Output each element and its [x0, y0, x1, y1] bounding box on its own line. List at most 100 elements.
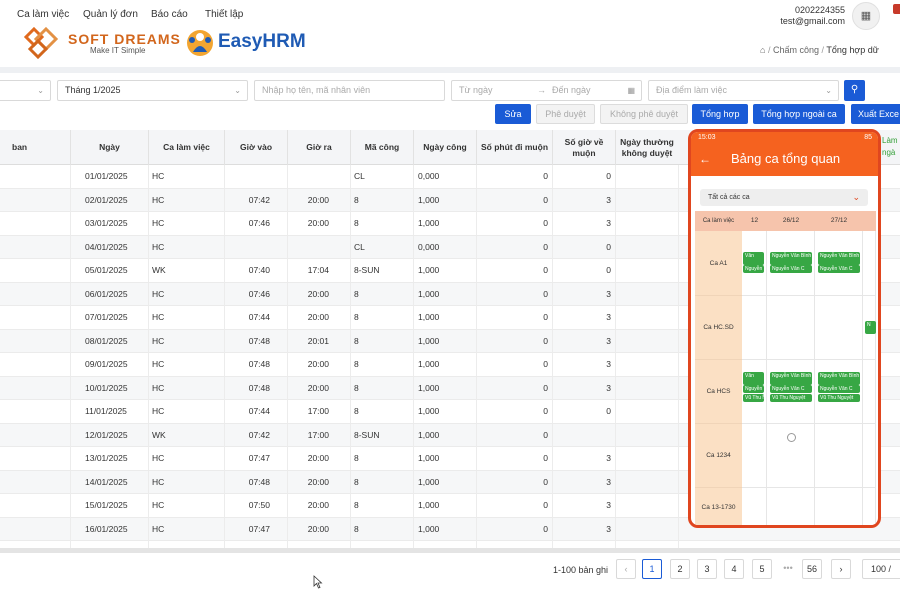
shift-cell[interactable]	[863, 424, 876, 488]
mobile-shift-select[interactable]: Tất cả các ca ⌄	[700, 189, 868, 206]
employee-chip[interactable]: Văn	[743, 372, 764, 385]
employee-chip[interactable]: Vũ Thu Nguyệt	[818, 394, 860, 402]
cell-date: 08/01/2025	[70, 329, 148, 353]
add-shift-icon[interactable]	[787, 433, 796, 442]
shift-cell[interactable]	[815, 424, 863, 488]
nav-shifts[interactable]: Ca làm việc	[17, 9, 69, 20]
page-button[interactable]: 56	[802, 559, 822, 579]
reject-button[interactable]: Không phê duyệt	[600, 104, 688, 124]
table-cell	[615, 541, 678, 548]
page-button[interactable]: 1	[642, 559, 662, 579]
cell-workday: 1,000	[413, 306, 476, 329]
cell-early: 3	[552, 376, 615, 400]
shift-cell[interactable]	[742, 488, 767, 525]
approve-button[interactable]: Phê duyệt	[536, 104, 595, 124]
employee-chip[interactable]: Nguyễn Văn Bình Béo	[818, 252, 860, 265]
calendar-icon: ▦	[627, 86, 635, 95]
cell-shift: HC	[148, 165, 224, 188]
cell-code: 8	[350, 282, 413, 306]
employee-chip[interactable]: Nguyễn Văn C	[770, 265, 812, 273]
mobile-status-time: 15:03	[698, 134, 716, 141]
next-page-button[interactable]: ›	[831, 559, 851, 579]
column-header: Giờ ra	[287, 130, 350, 165]
location-select[interactable]: Địa điểm làm việc ⌄	[648, 80, 839, 101]
employee-chip[interactable]: Nguyễn Văn C	[818, 385, 860, 393]
page-button[interactable]: 3	[697, 559, 717, 579]
search-button[interactable]: ⚲	[844, 80, 865, 101]
nav-requests[interactable]: Quản lý đơn	[83, 9, 138, 20]
cell-shift: HC	[148, 235, 224, 259]
nav-settings[interactable]: Thiết lập	[205, 9, 243, 20]
table-cell	[615, 353, 678, 376]
employee-chip[interactable]: Nguyễn Văn C	[743, 385, 764, 393]
table-cell	[615, 470, 678, 494]
cell-late: 0	[476, 447, 552, 470]
employee-chip[interactable]: Nguyễn Văn C	[743, 265, 764, 273]
cell-date: 01/01/2025	[70, 165, 148, 188]
page-button[interactable]: 2	[670, 559, 690, 579]
shift-cell[interactable]	[863, 488, 876, 525]
breadcrumb-item[interactable]: Chấm công	[773, 45, 819, 55]
employee-chip[interactable]: Vũ Thu Nguyệt	[743, 394, 764, 402]
table-cell	[615, 517, 678, 541]
cell-out: 20:00	[287, 212, 350, 235]
employee-search-input[interactable]: Nhập họ tên, mã nhân viên	[254, 80, 445, 101]
home-icon[interactable]: ⌂	[760, 45, 765, 55]
month-select[interactable]: Tháng 1/2025 ⌄	[57, 80, 248, 101]
shift-label: Ca HCS	[695, 360, 742, 424]
back-arrow-icon[interactable]: ←	[699, 152, 711, 166]
summary-overtime-button[interactable]: Tổng hợp ngoài ca	[753, 104, 845, 124]
department-select[interactable]: ⌄	[0, 80, 51, 101]
employee-chip[interactable]: Nguyễn Văn Bình Béo	[770, 372, 812, 385]
page-size-select[interactable]: 100 /	[862, 559, 900, 579]
employee-chip[interactable]: Văn	[743, 252, 764, 265]
page-ellipsis[interactable]: •••	[778, 559, 798, 579]
nav-reports[interactable]: Báo cáo	[151, 9, 188, 20]
page-button[interactable]: 4	[724, 559, 744, 579]
cell-in: 07:48	[224, 376, 287, 400]
cell-shift: HC	[148, 353, 224, 376]
table-cell	[0, 353, 70, 376]
cell-out: 20:00	[287, 353, 350, 376]
employee-chip[interactable]: Nguyễn Văn C	[770, 385, 812, 393]
cell-shift: HC	[148, 306, 224, 329]
cell-shift: HC	[148, 517, 224, 541]
shift-cell[interactable]	[863, 360, 876, 424]
date-range-input[interactable]: Từ ngày → Đến ngày ▦	[451, 80, 642, 101]
notification-icon[interactable]	[893, 4, 900, 14]
cell-code: 8	[350, 447, 413, 470]
table-cell	[615, 306, 678, 329]
shift-cell[interactable]	[742, 296, 767, 360]
column-header: Mã công	[350, 130, 413, 165]
cell-late: 0	[476, 235, 552, 259]
cell-shift: HC	[148, 188, 224, 212]
export-excel-button[interactable]: Xuất Exce	[851, 104, 900, 124]
shift-cell[interactable]	[863, 231, 876, 296]
cell-date: 13/01/2025	[70, 447, 148, 470]
employee-chip[interactable]: Nguyễn Văn C	[818, 265, 860, 273]
employee-chip[interactable]: Nguyễn Văn Bình Béo	[770, 252, 812, 265]
shift-cell[interactable]	[767, 488, 815, 525]
cell-in: 07:47	[224, 447, 287, 470]
cell-date: 09/01/2025	[70, 353, 148, 376]
settings-icon[interactable]: ▦	[852, 2, 880, 30]
edit-button[interactable]: Sửa	[495, 104, 531, 124]
employee-chip[interactable]: Vũ Thu Nguyệt	[770, 394, 812, 402]
table-row[interactable]: 17/01/2025HC07:4420:0081,00003	[0, 541, 900, 548]
page-button[interactable]: 5	[752, 559, 772, 579]
employee-chip[interactable]: N	[865, 321, 876, 334]
employee-chip[interactable]: Nguyễn Văn Bình Béo	[818, 372, 860, 385]
summary-button[interactable]: Tổng hợp	[692, 104, 748, 124]
shift-cell[interactable]	[815, 296, 863, 360]
cell-late: 0	[476, 494, 552, 517]
prev-page-button[interactable]: ‹	[616, 559, 636, 579]
shift-cell[interactable]	[742, 424, 767, 488]
table-cell	[615, 447, 678, 470]
breadcrumb: ⌂ / Chấm công / Tổng hợp dữ	[760, 45, 879, 55]
shift-cell[interactable]	[767, 296, 815, 360]
cell-early: 3	[552, 282, 615, 306]
table-cell	[0, 447, 70, 470]
cell-code: 8	[350, 400, 413, 423]
shift-cell[interactable]	[815, 488, 863, 525]
cell-workday: 1,000	[413, 188, 476, 212]
